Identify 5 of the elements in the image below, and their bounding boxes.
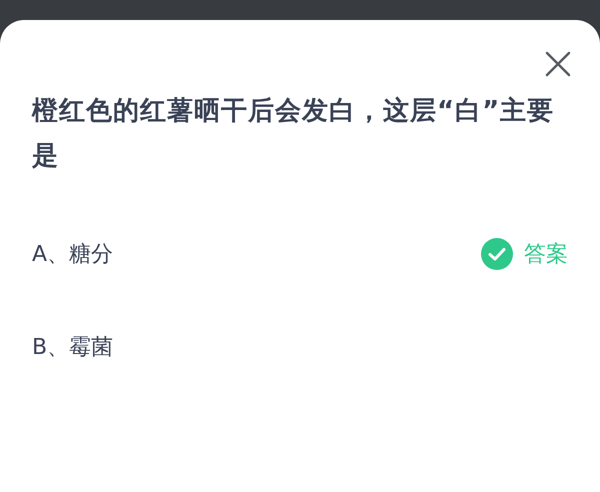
question-text: 橙红色的红薯晒干后会发白，这层“白”主要是: [32, 95, 556, 173]
option-label[interactable]: B、霉菌: [32, 332, 114, 362]
option-label[interactable]: A、糖分: [32, 238, 114, 268]
answer-label: 答案: [524, 240, 568, 268]
close-icon[interactable]: [545, 51, 571, 77]
